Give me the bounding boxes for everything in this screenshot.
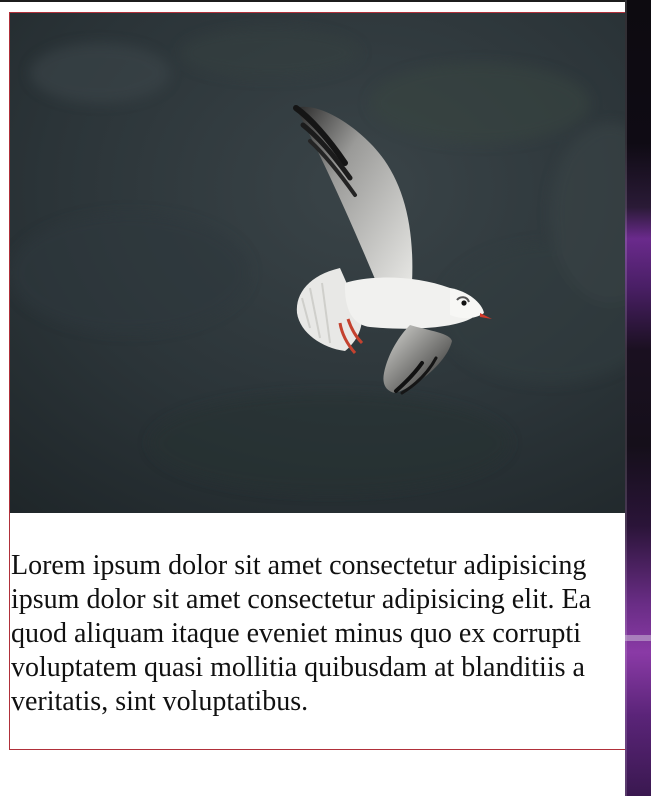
paragraph-line: Lorem ipsum dolor sit amet consectetur a… bbox=[11, 550, 587, 581]
adjacent-card-edge bbox=[625, 0, 651, 796]
card-paragraph: Lorem ipsum dolor sit amet consectetur a… bbox=[11, 549, 648, 719]
seagull-photo bbox=[10, 13, 648, 513]
paragraph-line: quod aliquam itaque eveniet minus quo ex… bbox=[11, 618, 581, 649]
viewport: Lorem ipsum dolor sit amet consectetur a… bbox=[0, 0, 651, 796]
card: Lorem ipsum dolor sit amet consectetur a… bbox=[9, 12, 649, 750]
paragraph-line: ipsum dolor sit amet consectetur adipisi… bbox=[11, 584, 592, 615]
paragraph-line: voluptatem quasi mollitia quibusdam at b… bbox=[11, 652, 585, 683]
paragraph-line: veritatis, sint voluptatibus. bbox=[11, 686, 309, 717]
top-edge-sliver bbox=[0, 0, 625, 2]
